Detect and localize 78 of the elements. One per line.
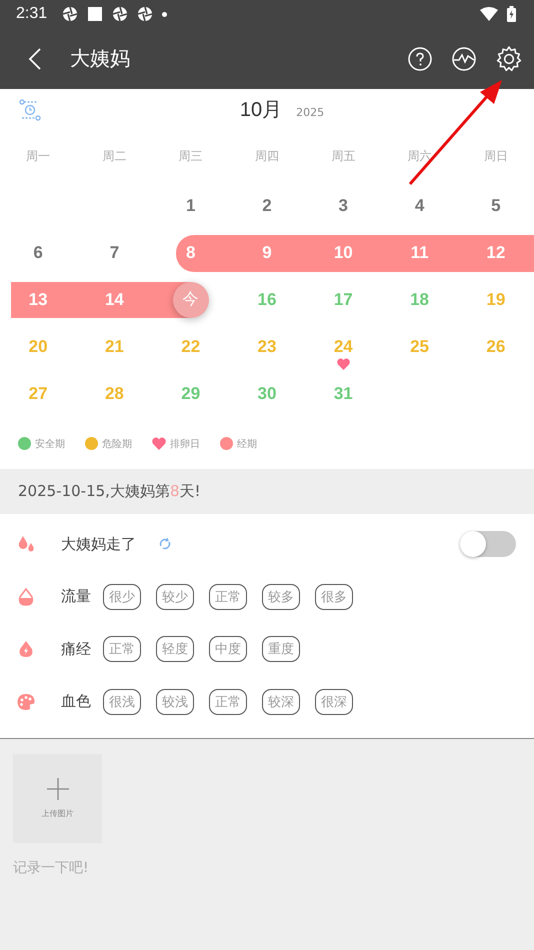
day-number[interactable]: 27 [28, 384, 48, 404]
option-chip[interactable]: 重度 [262, 636, 300, 662]
option-chip[interactable]: 很少 [103, 584, 141, 610]
day-number[interactable]: 10 [334, 243, 353, 264]
option-chip[interactable]: 较多 [262, 584, 300, 610]
option-chip[interactable]: 较浅 [156, 688, 194, 715]
summary-text: 2025-10-15,大姨妈第8天! [18, 482, 201, 501]
day-number[interactable]: 8 [186, 243, 196, 264]
day-number[interactable]: 17 [334, 290, 353, 310]
legend-label: 排卵日 [170, 438, 200, 451]
legend-label: 危险期 [102, 438, 132, 451]
day-number[interactable]: 1 [186, 196, 196, 216]
day-number[interactable]: 6 [33, 243, 43, 264]
dot-icon [162, 12, 168, 16]
settings-icon[interactable] [496, 46, 522, 72]
day-number[interactable]: 24 [334, 336, 353, 357]
page-title: 大姨妈 [70, 45, 130, 72]
weekday-label: 周五 [330, 148, 356, 164]
clock-time: 2:31 [16, 5, 48, 23]
day-number[interactable]: 11 [410, 243, 429, 264]
legend-label: 经期 [237, 438, 257, 451]
day-number[interactable]: 18 [410, 290, 430, 310]
chart-icon[interactable] [452, 46, 476, 70]
option-chip[interactable]: 很浅 [103, 688, 141, 715]
square-icon [87, 6, 104, 22]
option-chip[interactable]: 正常 [209, 584, 247, 610]
note-input-field[interactable]: 记录一下吧! [13, 858, 133, 877]
weekday-label: 周三 [178, 148, 204, 164]
day-number[interactable]: 26 [486, 336, 506, 357]
month-label: 10月 [240, 98, 282, 122]
weekday-label: 周二 [101, 148, 128, 164]
option-chip[interactable]: 正常 [209, 688, 247, 715]
aperture-icon [137, 6, 154, 22]
day-number[interactable]: 23 [258, 336, 276, 357]
record-label: 大姨妈走了 [61, 534, 136, 554]
day-number[interactable]: 9 [262, 243, 272, 264]
option-chip[interactable]: 正常 [103, 636, 141, 662]
day-number[interactable]: 5 [491, 196, 501, 216]
battery-icon [507, 6, 516, 22]
weekday-label: 周四 [254, 148, 280, 164]
plus-icon [46, 778, 68, 800]
record-label: 血色 [61, 692, 91, 712]
weekday-label: 周日 [482, 148, 509, 164]
toggle-switch[interactable] [460, 531, 516, 558]
day-number[interactable]: 19 [486, 290, 506, 310]
year-label: 2025 [296, 106, 324, 118]
day-number[interactable]: 14 [104, 290, 124, 310]
option-chip[interactable]: 中度 [209, 636, 247, 662]
day-number[interactable]: 28 [104, 384, 124, 404]
aperture-icon [112, 6, 128, 22]
day-number[interactable]: 3 [338, 196, 348, 216]
day-number[interactable]: 4 [414, 196, 424, 216]
aperture-icon [62, 6, 78, 22]
back-icon[interactable] [28, 46, 42, 70]
option-chip[interactable]: 很深 [315, 688, 353, 715]
record-label: 痛经 [61, 640, 91, 659]
day-number[interactable]: 16 [258, 290, 276, 310]
day-number[interactable]: 13 [28, 290, 48, 310]
option-chip[interactable]: 轻度 [156, 636, 194, 662]
option-chip[interactable]: 很多 [315, 584, 353, 610]
weekday-label: 周一 [25, 148, 52, 164]
day-number[interactable]: 29 [181, 384, 200, 404]
day-number[interactable]: 25 [410, 336, 430, 357]
option-chip[interactable]: 较少 [156, 584, 194, 610]
day-number[interactable]: 2 [262, 196, 272, 216]
help-icon[interactable] [408, 46, 432, 70]
day-number[interactable]: 12 [486, 243, 506, 264]
day-number[interactable]: 21 [104, 336, 124, 357]
day-number[interactable]: 20 [28, 336, 48, 357]
option-chip[interactable]: 较深 [262, 688, 300, 715]
legend-label: 安全期 [35, 438, 65, 451]
upload-image-button[interactable]: 上传图片 [13, 754, 102, 843]
day-number[interactable]: 22 [181, 336, 200, 357]
wifi-icon [480, 7, 498, 21]
day-number[interactable]: 31 [334, 384, 353, 404]
record-label: 流量 [61, 587, 91, 606]
day-number[interactable]: 30 [258, 384, 276, 404]
day-number[interactable]: 7 [110, 243, 120, 264]
